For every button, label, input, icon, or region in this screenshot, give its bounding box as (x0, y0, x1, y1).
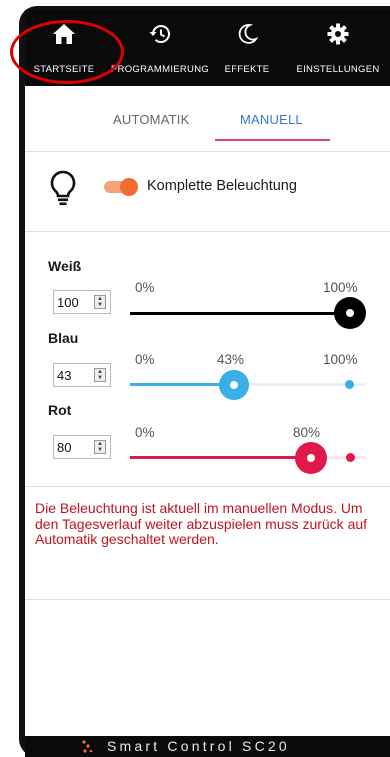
tab-manuell[interactable]: MANUELL (240, 112, 303, 127)
blue-value-input[interactable]: 43 ▲ ▼ (53, 363, 111, 387)
nav-programmierung[interactable]: PROGRAMMIERUNG (105, 10, 215, 86)
red-current-label: 80% (293, 425, 321, 440)
white-slider-track[interactable] (130, 312, 350, 315)
nav-label: STARTSEITE (33, 64, 95, 75)
manual-mode-message: Die Beleuchtung ist aktuell im manuellen… (25, 486, 390, 600)
toggle-knob (120, 178, 138, 196)
nav-einstellungen[interactable]: EINSTELLUNGEN (290, 10, 386, 86)
nav-label: PROGRAMMIERUNG (110, 64, 210, 75)
active-tab-indicator (215, 139, 330, 141)
history-icon (147, 22, 173, 46)
brand-logo-icon (81, 739, 95, 757)
channel-name-red: Rot (48, 402, 72, 418)
blue-current-label: 43% (217, 352, 245, 367)
red-max-marker (346, 453, 355, 462)
nav-effekte[interactable]: EFFEKTE (217, 10, 277, 86)
top-navigation: STARTSEITE PROGRAMMIERUNG EFFEKTE EINSTE… (25, 10, 390, 86)
blue-max-label: 100% (323, 352, 358, 367)
nav-startseite[interactable]: STARTSEITE (27, 10, 101, 86)
red-value-input[interactable]: 80 ▲ ▼ (53, 435, 111, 459)
spin-arrows-icon[interactable]: ▲ ▼ (94, 368, 106, 382)
white-max-label: 100% (323, 280, 358, 295)
nav-label: EFFEKTE (224, 64, 270, 75)
white-value: 100 (57, 295, 79, 310)
red-min-label: 0% (135, 425, 155, 440)
brand-footer: Smart Control SC20 (25, 736, 390, 757)
red-slider-fill[interactable] (130, 456, 310, 459)
channel-name-blue: Blau (48, 330, 79, 346)
moon-icon (236, 22, 258, 46)
mode-tabs: AUTOMATIK MANUELL (25, 86, 390, 152)
spin-arrows-icon[interactable]: ▲ ▼ (94, 295, 106, 309)
lighting-toggle[interactable] (104, 178, 140, 196)
red-value: 80 (57, 440, 72, 455)
white-value-input[interactable]: 100 ▲ ▼ (53, 290, 111, 314)
channel-name-white: Weiß (48, 258, 82, 274)
lighting-toggle-row: Komplette Beleuchtung (25, 152, 390, 232)
blue-value: 43 (57, 368, 72, 383)
spin-arrows-icon[interactable]: ▲ ▼ (94, 440, 106, 454)
lightbulb-icon (49, 170, 77, 211)
blue-min-label: 0% (135, 352, 155, 367)
nav-label: EINSTELLUNGEN (296, 64, 380, 75)
white-min-label: 0% (135, 280, 155, 295)
white-slider-thumb[interactable] (334, 297, 366, 329)
blue-slider-thumb[interactable] (219, 370, 249, 400)
home-icon (52, 22, 76, 46)
red-slider-thumb[interactable] (295, 442, 327, 474)
brand-name: Smart Control SC20 (107, 738, 290, 754)
gear-icon (327, 22, 349, 46)
app-screen: STARTSEITE PROGRAMMIERUNG EFFEKTE EINSTE… (25, 10, 390, 736)
tab-automatik[interactable]: AUTOMATIK (113, 112, 189, 127)
blue-max-marker (345, 380, 354, 389)
lighting-label: Komplette Beleuchtung (147, 178, 297, 194)
